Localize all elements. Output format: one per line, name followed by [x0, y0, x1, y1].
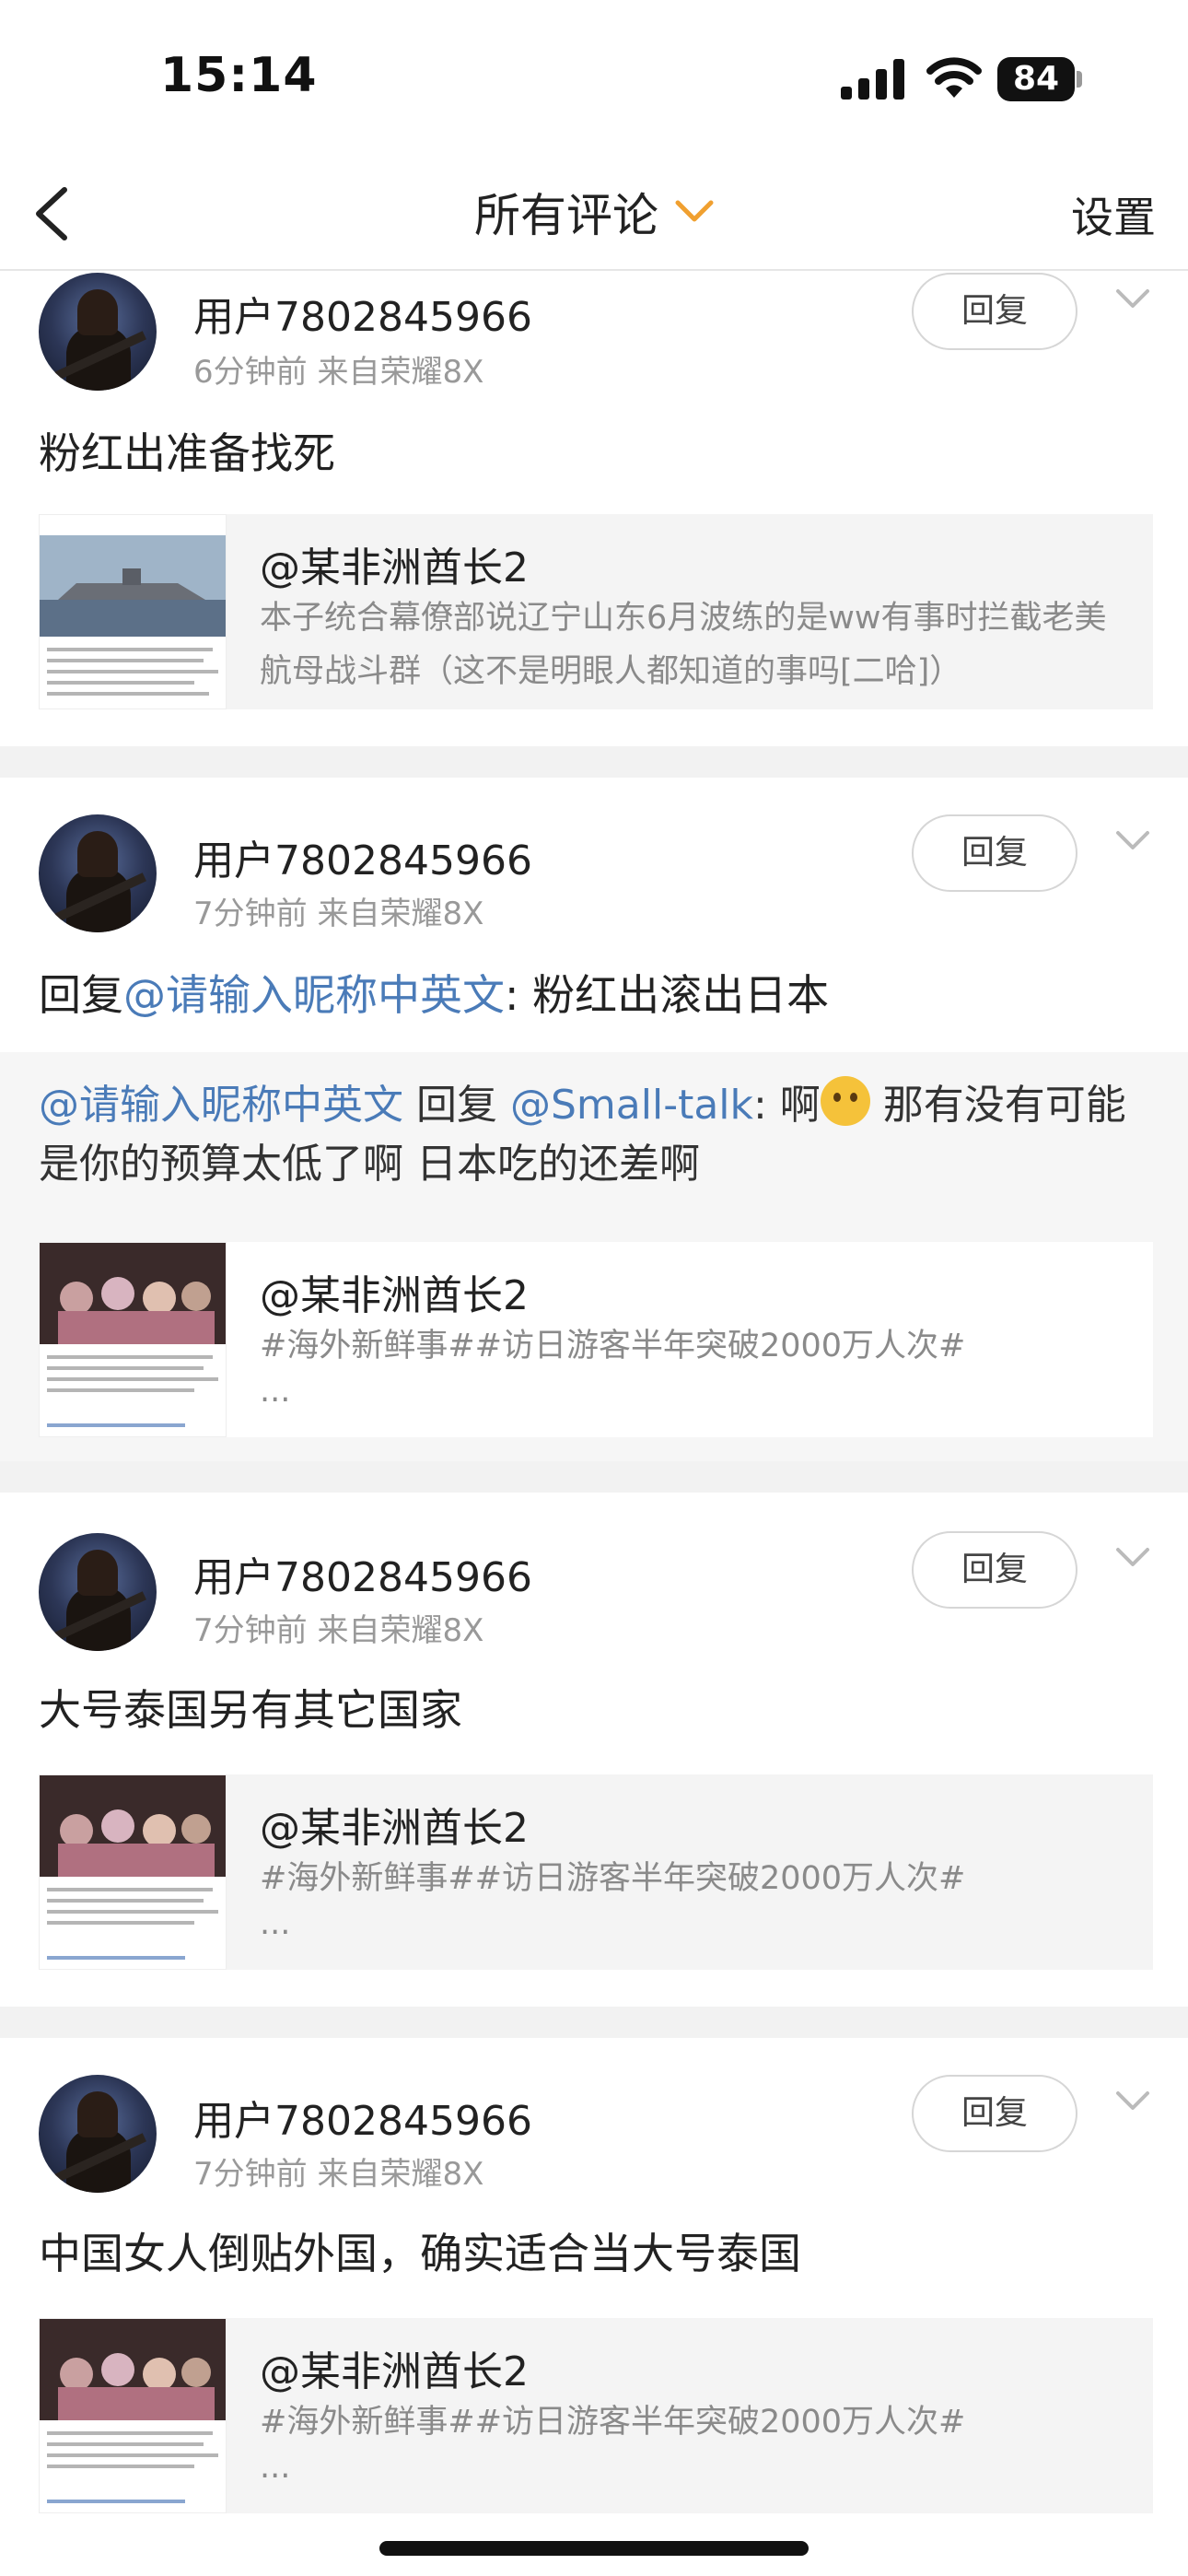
comment-meta: 7分钟前 来自荣耀8X — [193, 2156, 484, 2193]
status-bar: 15:14 84 — [0, 0, 1188, 157]
link-author: @某非洲酋长2 — [260, 1272, 529, 1319]
link-card[interactable]: @某非洲酋长2 #海外新鲜事##访日游客半年突破2000万人次#... — [39, 2318, 1153, 2513]
link-description: #海外新鲜事##访日游客半年突破2000万人次#... — [260, 1860, 966, 1942]
more-chevron-icon[interactable] — [1114, 1546, 1151, 1570]
battery-level: 84 — [1012, 60, 1060, 98]
comment-card: 用户7802845966 6分钟前 来自荣耀8X 回复 粉红出准备找死 @某非洲… — [0, 273, 1188, 746]
link-author: @某非洲酋长2 — [260, 2348, 529, 2395]
quoted-reply-text: @请输入昵称中英文 回复 @Small-talk: 啊 那有没有可能是你的预算太… — [39, 1076, 1153, 1194]
divider — [0, 746, 1188, 778]
avatar[interactable] — [39, 2075, 157, 2193]
link-card[interactable]: @某非洲酋长2 本子统合幕僚部说辽宁山东6月波练的是ww有事时拦截老美航母战斗群… — [39, 514, 1153, 709]
username[interactable]: 用户7802845966 — [193, 2088, 532, 2147]
link-description: #海外新鲜事##访日游客半年突破2000万人次#... — [260, 2404, 966, 2486]
signal-icon — [841, 59, 904, 100]
link-thumbnail — [39, 1774, 227, 1970]
comment-text: 中国女人倒贴外国，确实适合当大号泰国 — [39, 2229, 801, 2278]
chevron-down-icon[interactable] — [674, 197, 715, 225]
link-card[interactable]: @某非洲酋长2 #海外新鲜事##访日游客半年突破2000万人次#... — [39, 1774, 1153, 1970]
link-author: @某非洲酋长2 — [260, 1805, 529, 1852]
comment-card: 用户7802845966 7分钟前 来自荣耀8X 回复 回复@请输入昵称中英文:… — [0, 778, 1188, 1493]
comment-meta: 6分钟前 来自荣耀8X — [193, 354, 484, 391]
reply-button[interactable]: 回复 — [912, 814, 1077, 892]
status-time: 15:14 — [160, 48, 318, 103]
settings-button[interactable]: 设置 — [1071, 184, 1156, 245]
quoted-reply[interactable]: @请输入昵称中英文 回复 @Small-talk: 啊 那有没有可能是你的预算太… — [0, 1052, 1188, 1493]
quote-text-part: : 啊 — [752, 1082, 821, 1129]
more-chevron-icon[interactable] — [1114, 287, 1151, 311]
thinking-emoji-icon — [820, 1076, 870, 1126]
reply-button[interactable]: 回复 — [912, 273, 1077, 350]
back-icon[interactable] — [28, 184, 83, 243]
username[interactable]: 用户7802845966 — [193, 284, 532, 343]
link-card[interactable]: @某非洲酋长2 #海外新鲜事##访日游客半年突破2000万人次#... — [39, 1242, 1153, 1437]
link-thumbnail — [39, 2318, 227, 2513]
link-description: 本子统合幕僚部说辽宁山东6月波练的是ww有事时拦截老美航母战斗群（这不是明眼人都… — [260, 600, 1107, 690]
username[interactable]: 用户7802845966 — [193, 827, 532, 886]
avatar[interactable] — [39, 1533, 157, 1651]
avatar[interactable] — [39, 814, 157, 932]
reply-prefix: 回复 — [39, 970, 123, 1020]
home-indicator[interactable] — [379, 2541, 809, 2556]
link-thumbnail — [39, 1242, 227, 1437]
comment-text: 回复@请输入昵称中英文: 粉红出滚出日本 — [39, 962, 829, 1023]
divider — [0, 2007, 1188, 2038]
reply-word: 回复 — [403, 1082, 510, 1129]
divider — [0, 1461, 1188, 1493]
mention-link[interactable]: @请输入昵称中英文 — [123, 970, 505, 1020]
comment-meta: 7分钟前 来自荣耀8X — [193, 896, 484, 932]
comment-meta: 7分钟前 来自荣耀8X — [193, 1612, 484, 1649]
link-thumbnail — [39, 514, 227, 709]
more-chevron-icon[interactable] — [1114, 829, 1151, 853]
username[interactable]: 用户7802845966 — [193, 1544, 532, 1603]
page-title[interactable]: 所有评论 — [474, 179, 658, 245]
link-author: @某非洲酋长2 — [260, 544, 529, 591]
reply-body: : 粉红出滚出日本 — [505, 970, 830, 1020]
link-description: #海外新鲜事##访日游客半年突破2000万人次#... — [260, 1328, 966, 1410]
reply-button[interactable]: 回复 — [912, 2075, 1077, 2152]
comment-text: 粉红出准备找死 — [39, 428, 335, 478]
battery-icon: 84 — [997, 57, 1082, 101]
mention-link[interactable]: @请输入昵称中英文 — [39, 1082, 403, 1129]
comment-text: 大号泰国另有其它国家 — [39, 1685, 462, 1735]
more-chevron-icon[interactable] — [1114, 2090, 1151, 2113]
wifi-icon — [926, 57, 982, 98]
mention-link[interactable]: @Small-talk — [510, 1082, 753, 1129]
comment-card: 用户7802845966 7分钟前 来自荣耀8X 回复 中国女人倒贴外国，确实适… — [0, 2038, 1188, 2576]
reply-button[interactable]: 回复 — [912, 1531, 1077, 1609]
nav-bar: 所有评论 设置 — [0, 157, 1188, 271]
avatar[interactable] — [39, 273, 157, 391]
comment-card: 用户7802845966 7分钟前 来自荣耀8X 回复 大号泰国另有其它国家 @… — [0, 1493, 1188, 2007]
